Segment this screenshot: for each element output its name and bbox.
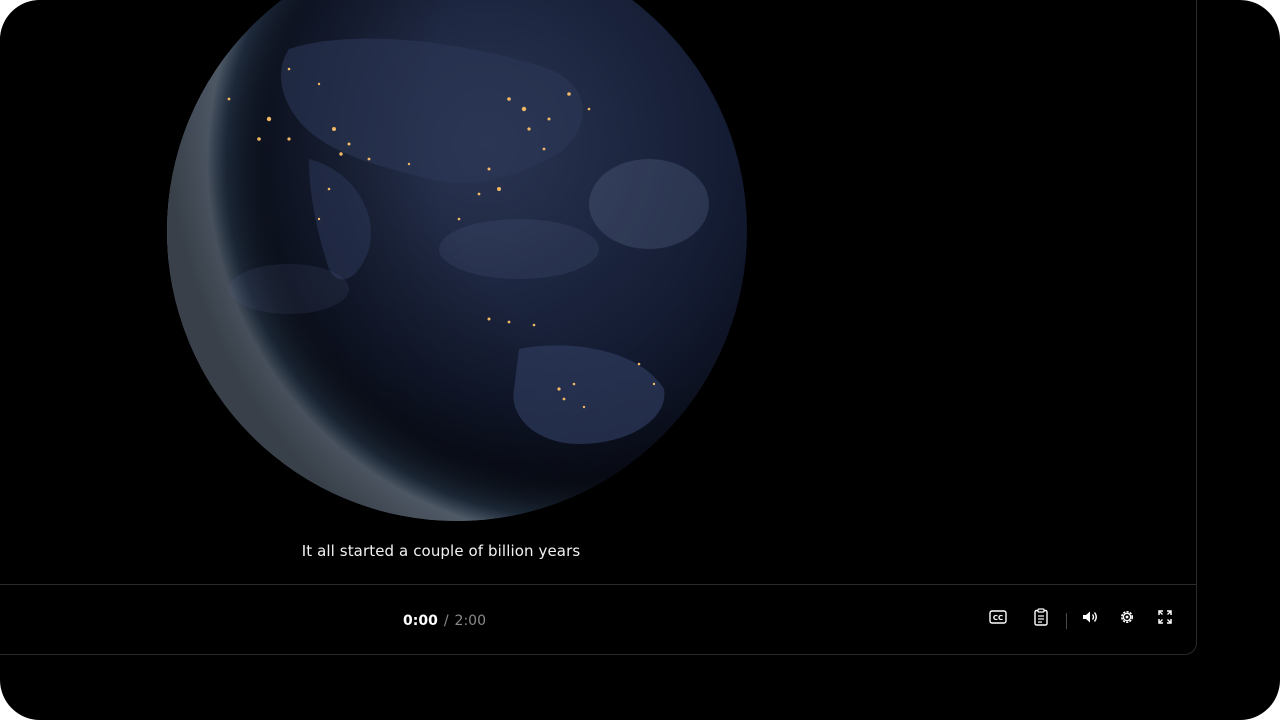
svg-text:CC: CC (993, 614, 1003, 622)
video-area[interactable]: It all started a couple of billion years (0, 0, 1196, 585)
subtitle-caption: It all started a couple of billion years (301, 542, 581, 560)
duration: 2:00 (454, 613, 486, 629)
control-divider (1066, 613, 1067, 629)
transcript-icon[interactable] (1029, 605, 1053, 629)
time-separator: / (443, 613, 449, 629)
video-player[interactable]: It all started a couple of billion years… (0, 0, 1197, 655)
closed-captions-icon[interactable]: CC (986, 605, 1010, 629)
screen: It all started a couple of billion years… (0, 0, 1280, 720)
settings-icon[interactable] (1115, 605, 1139, 629)
time-display: 0:00 / 2:00 (403, 613, 486, 629)
current-time: 0:00 (403, 613, 438, 629)
fullscreen-icon[interactable] (1153, 605, 1177, 629)
earth-video-frame (167, 0, 747, 521)
volume-icon[interactable] (1078, 605, 1102, 629)
control-bar: 0:00 / 2:00 CC (0, 584, 1196, 655)
